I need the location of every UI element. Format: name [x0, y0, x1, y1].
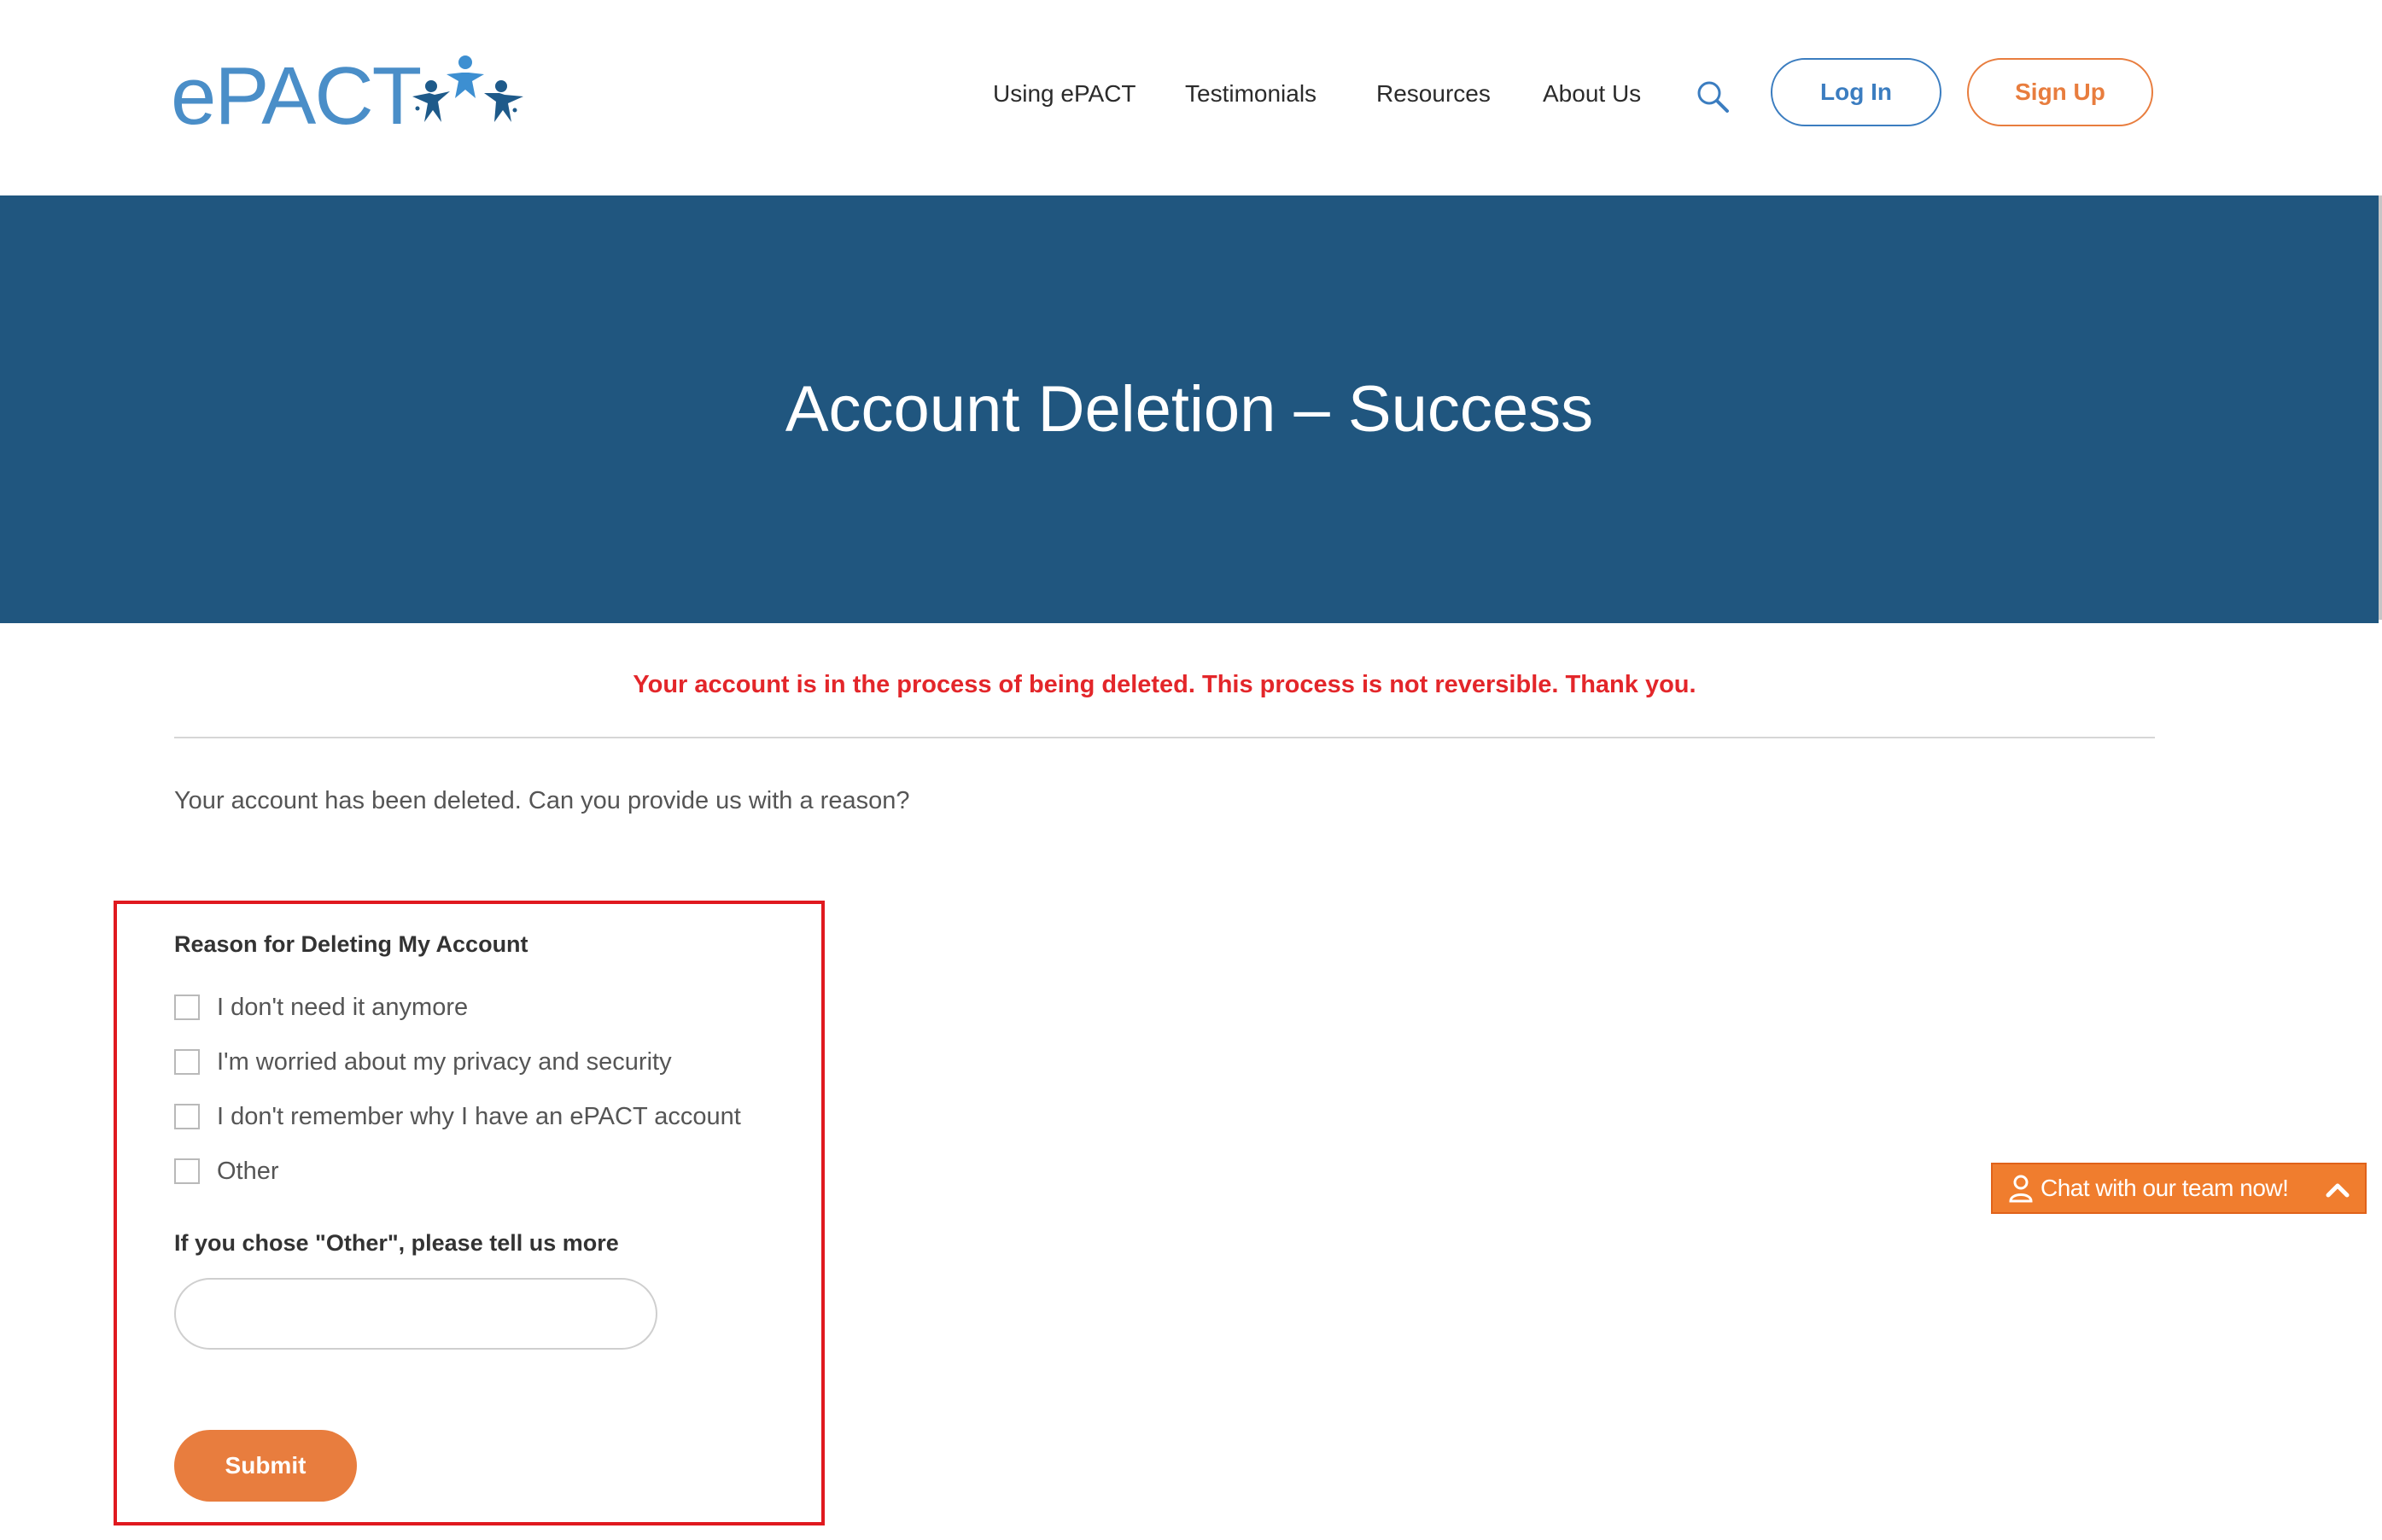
- chat-label: Chat with our team now!: [2040, 1175, 2289, 1201]
- divider: [174, 737, 2155, 738]
- nav-testimonials[interactable]: Testimonials: [1185, 79, 1317, 109]
- option-label: I'm worried about my privacy and securit…: [217, 1048, 672, 1076]
- deletion-notice: Your account is in the process of being …: [633, 671, 1696, 698]
- nav-using-epact[interactable]: Using ePACT: [993, 79, 1136, 109]
- other-reason-input[interactable]: [174, 1278, 657, 1350]
- search-icon[interactable]: [1695, 79, 1731, 114]
- option-dont-need[interactable]: I don't need it anymore: [174, 990, 468, 1024]
- option-label: Other: [217, 1158, 279, 1185]
- logo-figures-icon: [412, 55, 523, 122]
- reason-label: Reason for Deleting My Account: [174, 931, 528, 957]
- checkbox[interactable]: [174, 995, 200, 1020]
- option-label: I don't need it anymore: [217, 994, 469, 1021]
- signup-button[interactable]: Sign Up: [1967, 58, 2153, 126]
- checkbox[interactable]: [174, 1158, 200, 1184]
- option-other[interactable]: Other: [174, 1154, 279, 1188]
- chevron-up-icon[interactable]: [2324, 1176, 2351, 1204]
- nav-resources[interactable]: Resources: [1376, 79, 1491, 109]
- epact-logo[interactable]: ePACT: [171, 50, 538, 143]
- other-label: If you chose "Other", please tell us mor…: [174, 1230, 619, 1256]
- submit-button[interactable]: Submit: [174, 1430, 357, 1502]
- option-privacy[interactable]: I'm worried about my privacy and securit…: [174, 1045, 672, 1079]
- nav-about-us[interactable]: About Us: [1543, 79, 1641, 109]
- page-banner: Account Deletion – Success: [0, 195, 2379, 623]
- site-header: ePACT Using ePACT Testimonials Resources…: [0, 0, 2382, 195]
- option-label: I don't remember why I have an ePACT acc…: [217, 1103, 741, 1130]
- checkbox[interactable]: [174, 1104, 200, 1129]
- option-dont-remember[interactable]: I don't remember why I have an ePACT acc…: [174, 1100, 741, 1134]
- checkbox[interactable]: [174, 1049, 200, 1075]
- logo-text: ePACT: [171, 50, 422, 142]
- page-title: Account Deletion – Success: [785, 373, 1594, 446]
- reason-prompt: Your account has been deleted. Can you p…: [174, 787, 910, 814]
- login-button[interactable]: Log In: [1771, 58, 1941, 126]
- chat-widget[interactable]: Chat with our team now!: [1991, 1163, 2367, 1214]
- person-icon: [2009, 1175, 2033, 1203]
